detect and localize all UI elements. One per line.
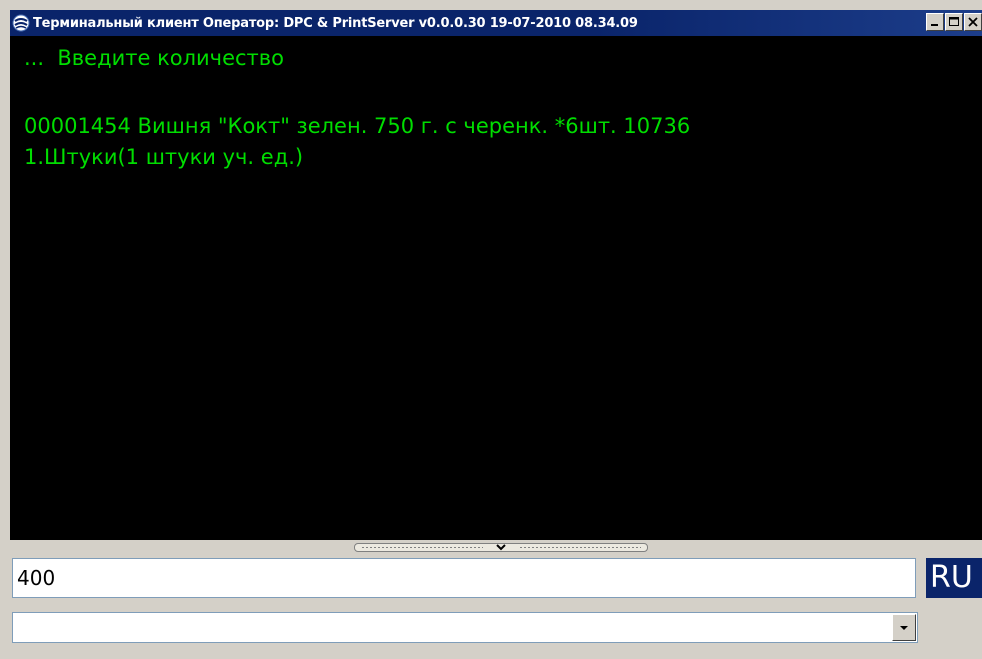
chevron-down-icon[interactable] <box>489 543 513 552</box>
grip-dots-right <box>519 546 641 549</box>
minimize-button[interactable] <box>926 13 944 31</box>
dropdown-arrow-icon <box>900 625 908 630</box>
language-indicator: RU <box>926 558 982 598</box>
minimize-icon <box>931 24 938 26</box>
maximize-icon <box>949 17 959 26</box>
close-icon <box>968 17 978 27</box>
terminal-client-icon[interactable] <box>12 14 30 32</box>
maximize-button[interactable] <box>945 13 963 31</box>
command-combobox[interactable] <box>12 612 918 643</box>
combo-dropdown-button[interactable] <box>892 614 916 641</box>
window-title: Терминальный клиент Оператор: DPC & Prin… <box>33 15 638 31</box>
close-button[interactable] <box>964 13 982 31</box>
splitter-grip[interactable] <box>354 543 648 552</box>
terminal-unit-line: 1.Штуки(1 штуки уч. ед.) <box>24 145 304 169</box>
quantity-input[interactable] <box>12 558 916 598</box>
window-controls <box>925 13 982 31</box>
terminal-client-window: Терминальный клиент Оператор: DPC & Prin… <box>0 0 982 659</box>
terminal-prompt: ... Введите количество <box>24 46 285 70</box>
terminal-screen[interactable]: ... Введите количество 00001454 Вишня "К… <box>10 36 982 540</box>
terminal-item-line: 00001454 Вишня "Кокт" зелен. 750 г. с че… <box>24 114 691 138</box>
title-bar[interactable]: Терминальный клиент Оператор: DPC & Prin… <box>10 10 982 36</box>
grip-dots-left <box>361 546 483 549</box>
splitter[interactable] <box>10 540 982 556</box>
